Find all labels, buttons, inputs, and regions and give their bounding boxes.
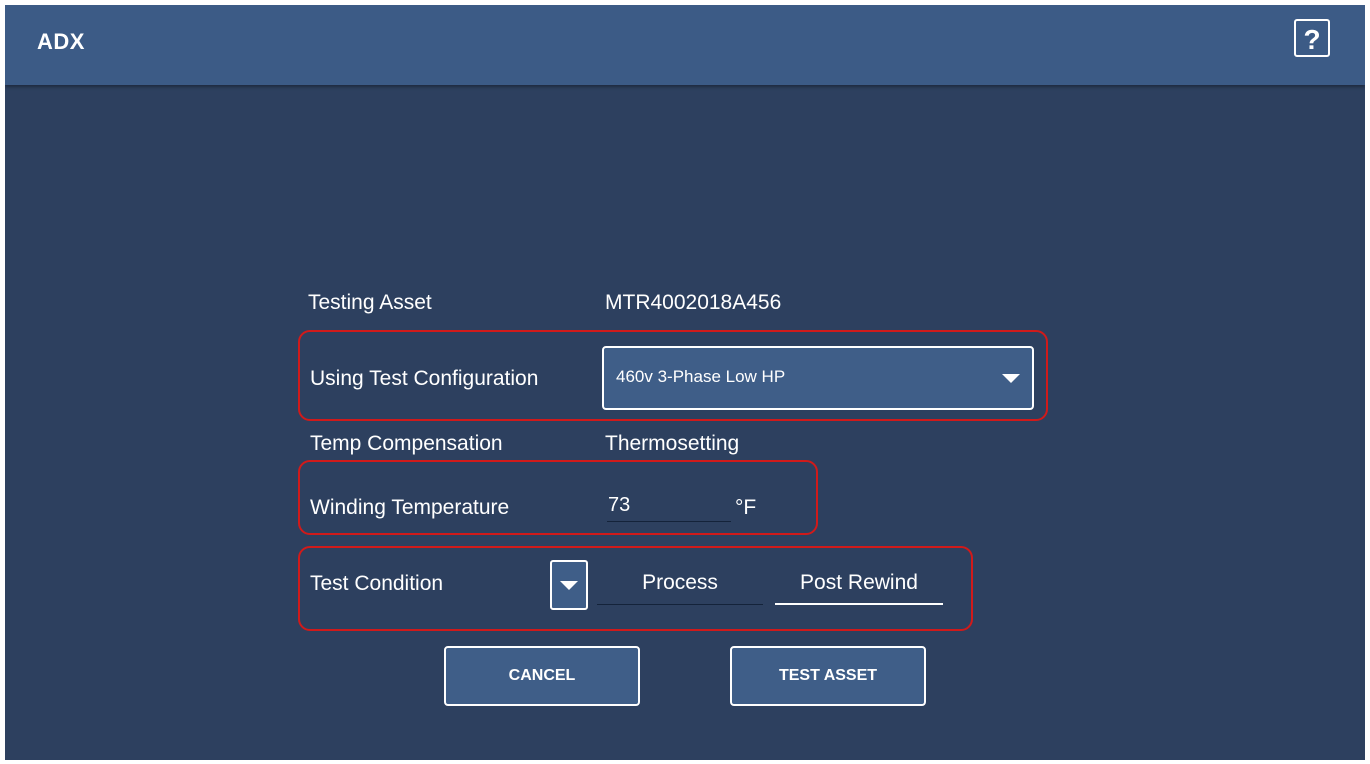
help-button[interactable]: ?: [1294, 19, 1330, 57]
chevron-down-icon: [560, 581, 578, 590]
test-condition-option-process[interactable]: Process: [597, 565, 763, 605]
winding-temperature-label: Winding Temperature: [310, 496, 510, 519]
chevron-down-icon: [1002, 374, 1020, 383]
app-header: ADX ?: [5, 5, 1365, 85]
test-asset-button[interactable]: TEST ASSET: [730, 646, 926, 706]
test-configuration-label: Using Test Configuration: [310, 367, 539, 390]
winding-temperature-input[interactable]: [607, 490, 731, 522]
test-configuration-select[interactable]: 460v 3-Phase Low HP: [602, 346, 1034, 410]
test-condition-option-post-rewind[interactable]: Post Rewind: [775, 565, 943, 605]
test-configuration-selected-value: 460v 3-Phase Low HP: [616, 367, 786, 386]
temp-compensation-label: Temp Compensation: [310, 432, 503, 455]
cancel-button[interactable]: CANCEL: [444, 646, 640, 706]
temp-compensation-value: Thermosetting: [605, 432, 740, 455]
app-title: ADX: [37, 29, 85, 54]
app-window: ADX ? Testing Asset MTR4002018A456 Using…: [5, 5, 1365, 760]
test-condition-label: Test Condition: [310, 572, 444, 595]
testing-asset-value: MTR4002018A456: [605, 291, 782, 314]
temperature-unit: °F: [735, 496, 757, 519]
testing-asset-label: Testing Asset: [308, 291, 432, 314]
test-condition-dropdown[interactable]: [550, 560, 588, 610]
